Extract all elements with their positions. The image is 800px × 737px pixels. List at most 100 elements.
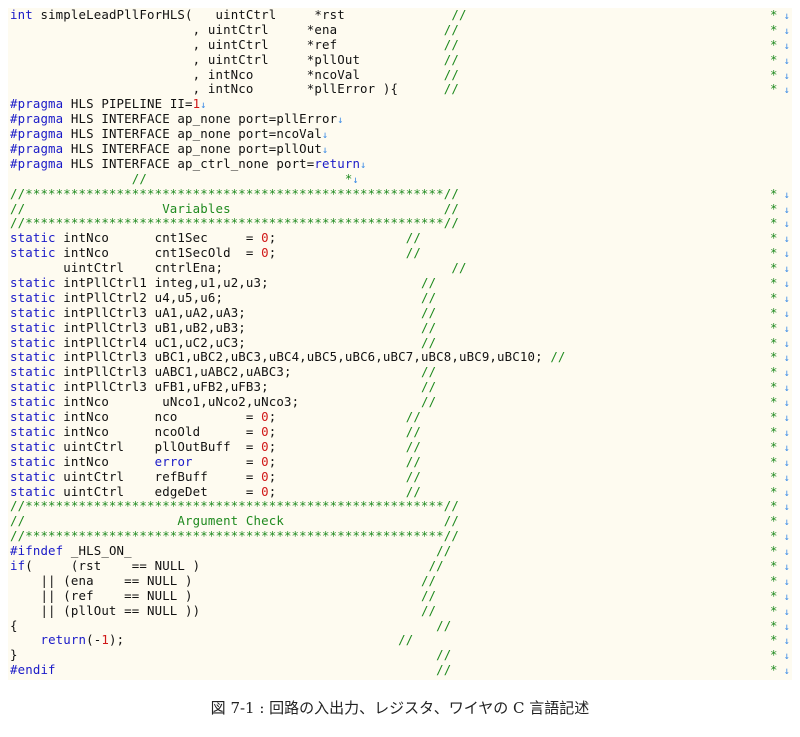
code-text: , uintCtrl *pllOut [10,51,444,67]
figure-caption: 図 7-1 : 回路の入出力、レジスタ、ワイヤの C 言語記述 [210,699,590,717]
comment-token: // [436,662,452,678]
comment-token: // * [131,170,353,186]
down-arrow-icon: ↓ [360,159,367,171]
keyword-token: static [10,334,56,350]
code-line: static uintCtrl refBuff = 0; // * ↓ [10,468,792,485]
code-text: ; [268,468,406,484]
code-line: static intPllCtrl1 integ,u1,u2,u3; // * ↓ [10,275,792,291]
asterisk-icon: * [770,81,778,97]
asterisk-icon: * [770,275,778,291]
asterisk-icon: * [770,21,778,37]
code-line: // // [10,677,792,680]
asterisk-icon: * [770,632,778,648]
asterisk-icon: * [770,662,778,678]
code-line: static intNco nco = 0; // * ↓ [10,409,792,425]
down-arrow-icon: ↓ [777,234,790,246]
code-text: uintCtrl cntrlEna; [10,260,452,276]
code-line: //**************************************… [10,216,792,231]
asterisk-icon: * [770,423,778,439]
code-line: //**************************************… [10,498,792,514]
keyword-token: if [10,557,26,573]
down-arrow-icon: ↓ [777,576,790,588]
keyword-token: static [10,349,56,365]
code-line: // *↓ [10,170,792,187]
down-arrow-icon: ↓ [337,115,344,127]
keyword-token: return [40,632,87,648]
keyword-token: static [10,453,56,469]
down-arrow-icon: ↓ [777,413,790,425]
code-line: static intNco error = 0; // * ↓ [10,453,792,470]
code-line: // Variables // * ↓ [10,201,792,217]
code-text: , uintCtrl *ena [10,21,444,37]
code-line: static intNco ncoOld = 0; // * ↓ [10,423,792,440]
comment-token: // // [10,677,451,680]
code-line: static intPllCtrl2 u4,u5,u6; // * ↓ [10,290,792,306]
comment-token: // [443,81,459,97]
comment-token: // [451,260,467,276]
preprocessor-token: #pragma [10,141,64,157]
comment-token: // [420,602,437,618]
asterisk-icon: * [770,334,778,350]
comment-token: // [443,51,459,67]
code-text: , uintCtrl *ref [10,36,444,52]
code-editor: int simpleLeadPllForHLS( uintCtrl *rst /… [8,8,792,680]
down-arrow-icon: ↓ [777,249,790,261]
comment-token: //**************************************… [10,185,459,201]
number-literal: 1 [101,632,109,648]
asterisk-icon: * [770,602,778,618]
asterisk-icon: * [770,51,778,67]
down-arrow-icon: ↓ [777,472,790,484]
code-text: ; [268,438,406,454]
asterisk-icon: * [770,587,778,603]
down-arrow-icon: ↓ [777,353,790,365]
code-text: intNco cnt1Sec = [55,230,262,246]
code-text: ; [268,483,406,499]
number-literal: 0 [261,245,269,261]
code-line: static intPllCtrl3 uB1,uB2,uB3; // * ↓ [10,320,792,336]
down-arrow-icon: ↓ [322,130,329,142]
preprocessor-token: #ifndef [10,543,64,559]
code-text: HLS PIPELINE II= [63,96,193,112]
code-line: , intNco *pllError ){ // * ↓ [10,82,792,97]
asterisk-icon: * [770,409,778,425]
down-arrow-icon: ↓ [777,308,790,320]
asterisk-icon: * [770,483,778,499]
number-literal: 0 [261,423,269,439]
code-text: = [192,453,262,469]
code-text: || (ena == NULL ) [10,572,421,588]
code-line: //**************************************… [10,528,792,544]
code-line: static uintCtrl edgeDet = 0; // * ↓ [10,483,792,500]
code-text: intPllCtrl4 uC1,uC2,uC3; [55,334,421,350]
down-arrow-icon: ↓ [777,11,790,22]
down-arrow-icon: ↓ [777,293,790,305]
asterisk-icon: * [770,498,778,514]
keyword-token: static [10,245,56,261]
down-arrow-icon: ↓ [777,621,790,633]
code-line: || (ena == NULL ) // * ↓ [10,572,792,589]
code-text: || (pllOut == NULL )) [10,602,421,618]
number-literal: 0 [261,483,269,499]
comment-token: // [405,245,421,261]
comment-token: // [405,453,422,469]
code-text: || (ref == NULL ) [10,587,421,603]
asterisk-icon: * [770,349,778,365]
asterisk-icon: * [770,438,778,454]
down-arrow-icon: ↓ [777,398,790,410]
code-text: intPllCtrl3 uFB1,uFB2,uFB3; [55,379,421,395]
down-arrow-icon: ↓ [777,517,790,529]
down-arrow-icon: ↓ [777,502,790,514]
comment-token: // [420,394,437,410]
keyword-token: static [10,230,56,246]
preprocessor-token: #pragma [10,155,64,171]
down-arrow-icon: ↓ [200,100,207,112]
keyword-token: static [10,364,56,380]
code-line: , uintCtrl *pllOut // * ↓ [10,51,792,68]
down-arrow-icon: ↓ [777,40,790,52]
down-arrow-icon: ↓ [777,323,790,335]
asterisk-icon: * [770,557,778,573]
comment-token: // [443,36,459,52]
number-literal: 0 [261,230,269,246]
code-line: static intNco cnt1SecOld = 0; // * ↓ [10,245,792,261]
preprocessor-token: #pragma [10,96,64,112]
